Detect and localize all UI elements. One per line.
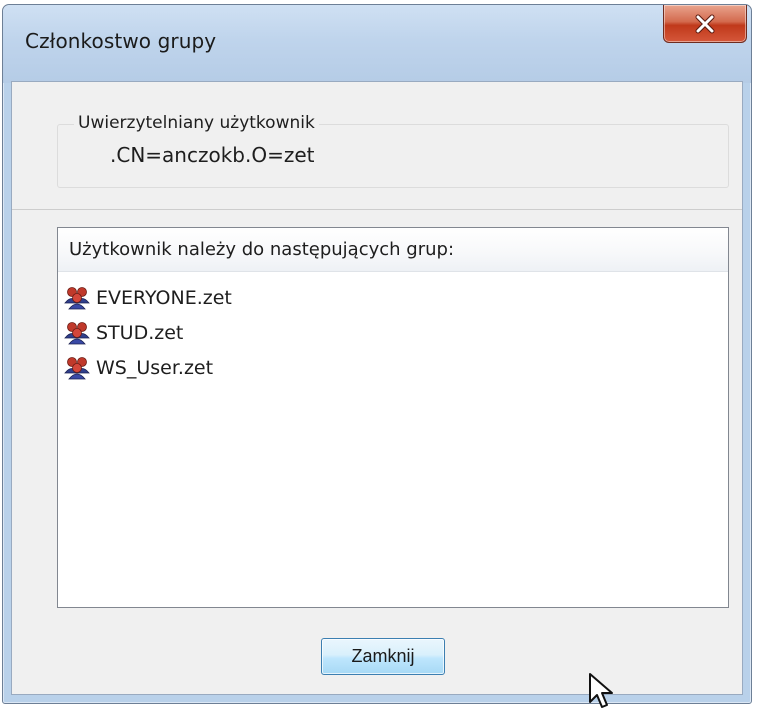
list-item[interactable]: EVERYONE.zet [58,280,728,315]
list-item[interactable]: STUD.zet [58,315,728,350]
groups-list-header-label: Użytkownik należy do następujących grup: [69,239,455,260]
group-icon [64,286,90,310]
group-icon [64,321,90,345]
close-icon [664,5,746,42]
window-title: Członkostwo grupy [25,29,217,53]
groups-list-items: EVERYONE.zet STUD.zet WS_User.zet [58,280,728,385]
groups-list-header[interactable]: Użytkownik należy do następujących grup: [58,228,728,272]
dialog-window: Członkostwo grupy Uwierzytelniany użytko… [2,4,752,708]
window-close-button[interactable] [663,5,747,43]
list-item-label: STUD.zet [96,321,184,344]
authenticated-user-groupbox: Uwierzytelniany użytkownik .CN=anczokb.O… [57,113,729,188]
list-item[interactable]: WS_User.zet [58,350,728,385]
list-item-label: WS_User.zet [96,356,214,379]
list-item-label: EVERYONE.zet [96,286,232,309]
mouse-pointer-icon [588,672,614,710]
close-button[interactable]: Zamknij [321,638,445,675]
authenticated-user-value: .CN=anczokb.O=zet [110,143,315,167]
dialog-client-area: Uwierzytelniany użytkownik .CN=anczokb.O… [11,81,743,708]
groups-listview[interactable]: Użytkownik należy do następujących grup: [57,227,729,708]
title-bar[interactable]: Członkostwo grupy [3,5,751,83]
group-icon [64,356,90,380]
separator [12,209,742,210]
authenticated-user-legend: Uwierzytelniany użytkownik [74,113,319,133]
